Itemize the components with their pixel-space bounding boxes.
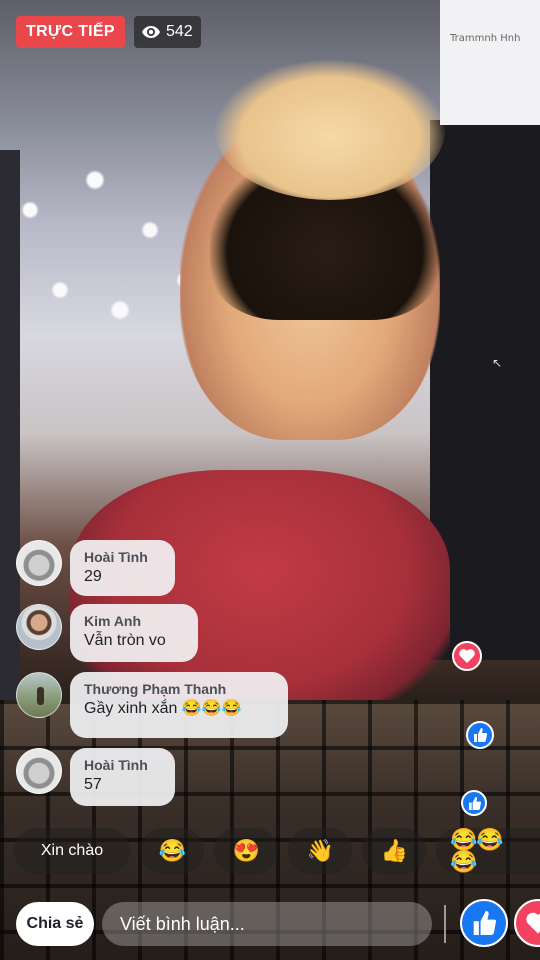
comment-input[interactable]: Viết bình luận... bbox=[102, 902, 432, 946]
floating-heart-icon bbox=[452, 641, 482, 671]
quick-reply-wave[interactable]: 👋 bbox=[288, 828, 352, 874]
comment-bubble: Hoài Tình 57 bbox=[70, 748, 175, 806]
comment-author[interactable]: Hoài Tình bbox=[84, 756, 161, 774]
mouse-cursor-icon: ↖ bbox=[492, 356, 503, 370]
comment-bubble: Kim Anh Vẫn tròn vo bbox=[70, 604, 198, 662]
share-button[interactable]: Chia sẻ bbox=[16, 902, 94, 946]
outdoor-avatar[interactable] bbox=[16, 672, 62, 718]
live-badge: TRỰC TIẾP bbox=[16, 16, 125, 48]
floating-like-icon bbox=[461, 790, 487, 816]
video-person-arm bbox=[215, 60, 445, 200]
comment-author[interactable]: Kim Anh bbox=[84, 612, 184, 630]
pug-avatar[interactable] bbox=[16, 748, 62, 794]
comment-item[interactable]: Kim Anh Vẫn tròn vo bbox=[16, 604, 198, 662]
comment-text: Vẫn tròn vo bbox=[84, 632, 166, 649]
comment-text: Gầy xinh xắn 😂😂😂 bbox=[84, 700, 242, 717]
laughing-emoji-icon: 😂😂😂 bbox=[450, 827, 504, 874]
person-avatar[interactable] bbox=[16, 604, 62, 650]
like-button[interactable] bbox=[460, 899, 508, 947]
heart-icon bbox=[526, 912, 540, 934]
laughing-emoji-icon: 😂 bbox=[158, 838, 186, 863]
viewer-count-badge: 542 bbox=[134, 16, 201, 48]
eye-icon bbox=[142, 26, 160, 38]
quick-reply-label: Xin chào bbox=[40, 842, 104, 859]
bottom-divider bbox=[444, 905, 446, 943]
comment-bubble: Hoài Tình 29 bbox=[70, 540, 175, 596]
thumbs-up-emoji-icon: 👍 bbox=[380, 838, 408, 863]
wave-emoji-icon: 👋 bbox=[306, 838, 334, 863]
comment-item[interactable]: Thương Phạm Thanh Gầy xinh xắn 😂😂😂 bbox=[16, 672, 288, 738]
heart-eyes-emoji-icon: 😍 bbox=[232, 838, 260, 863]
comment-author[interactable]: Thương Phạm Thanh bbox=[84, 680, 274, 698]
quick-reply-triple-laugh[interactable]: 😂😂😂 bbox=[436, 828, 540, 874]
comment-text: 29 bbox=[84, 568, 102, 585]
comment-item[interactable]: Hoài Tình 29 bbox=[16, 540, 175, 596]
live-label: TRỰC TIẾP bbox=[26, 23, 115, 40]
quick-reply-thumbs-up[interactable]: 👍 bbox=[362, 828, 426, 874]
video-panel-text: Trammnh Hnh bbox=[450, 33, 521, 44]
like-icon bbox=[473, 911, 496, 935]
quick-reply-hello[interactable]: Xin chào bbox=[14, 828, 130, 874]
live-video[interactable]: Trammnh Hnh ↖ bbox=[0, 0, 540, 960]
comment-bubble: Thương Phạm Thanh Gầy xinh xắn 😂😂😂 bbox=[70, 672, 288, 738]
floating-like-icon bbox=[466, 721, 494, 749]
quick-reply-bar: Xin chào 😂 😍 👋 👍 😂😂😂 bbox=[0, 828, 540, 876]
quick-reply-laugh[interactable]: 😂 bbox=[140, 828, 204, 874]
comment-item[interactable]: Hoài Tình 57 bbox=[16, 748, 175, 806]
quick-reply-heart-eyes[interactable]: 😍 bbox=[214, 828, 278, 874]
share-button-label: Chia sẻ bbox=[26, 915, 84, 932]
comment-author[interactable]: Hoài Tình bbox=[84, 548, 161, 566]
comment-input-placeholder: Viết bình luận... bbox=[120, 913, 245, 934]
pug-avatar[interactable] bbox=[16, 540, 62, 586]
video-screen-panel bbox=[440, 0, 540, 125]
comment-text: 57 bbox=[84, 776, 102, 793]
viewer-count: 542 bbox=[166, 23, 193, 40]
